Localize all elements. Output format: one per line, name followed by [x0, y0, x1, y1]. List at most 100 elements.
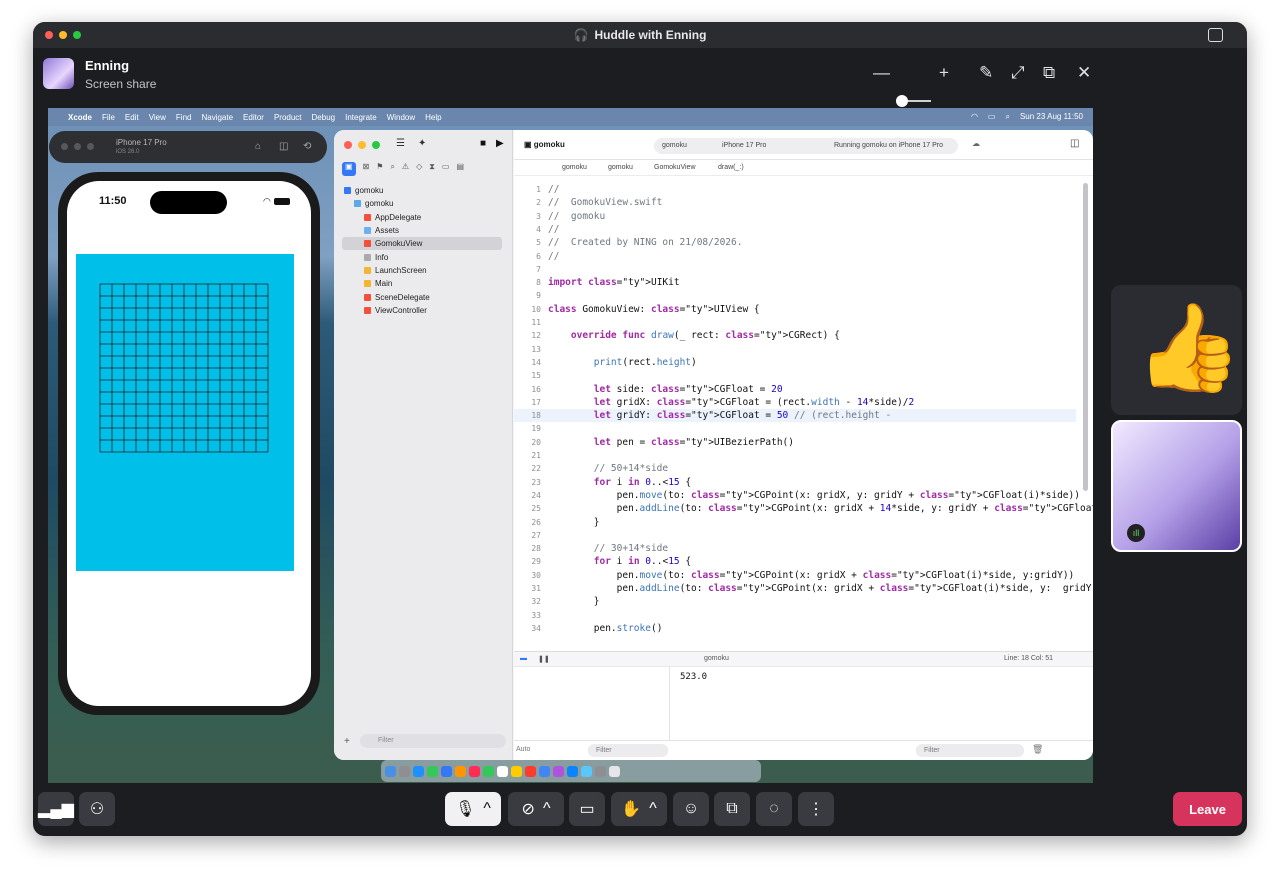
line-number[interactable]: 24 [514, 489, 541, 502]
screenshot-icon[interactable]: ◫ [279, 141, 288, 152]
code-line[interactable]: // gomoku [548, 210, 605, 223]
code-line[interactable]: // 50+14*side [548, 462, 668, 475]
tree-item-project[interactable]: gomoku [342, 184, 502, 197]
line-number[interactable]: 18 [514, 409, 541, 422]
tree-item-folder[interactable]: gomoku [342, 197, 502, 210]
code-line[interactable]: pen.addLine(to: class="ty">CGPoint(x: gr… [548, 502, 1093, 515]
share-screen-button[interactable]: ▭ [569, 792, 605, 826]
line-number[interactable]: 13 [514, 343, 541, 356]
trash-icon[interactable]: 🗑 [1032, 744, 1043, 755]
participant-tile-enning[interactable]: ıll [1111, 420, 1242, 552]
code-line[interactable]: // [548, 223, 559, 236]
line-number[interactable]: 30 [514, 569, 541, 582]
bookmark-icon[interactable]: ⚑ [376, 162, 383, 176]
jump-project[interactable]: gomoku [562, 164, 587, 171]
line-number[interactable]: 25 [514, 502, 541, 515]
invite-button[interactable]: ⚇ [79, 792, 115, 826]
menu-integrate[interactable]: Integrate [345, 113, 377, 122]
folder-icon[interactable]: ▣ [342, 162, 356, 176]
minimize-window-button[interactable] [59, 31, 67, 39]
leave-button[interactable]: Leave [1173, 792, 1242, 826]
code-line[interactable]: } [548, 595, 600, 608]
close-share-button[interactable]: ✕ [1077, 64, 1091, 82]
trash-dock-icon[interactable] [609, 765, 620, 777]
popout-share-icon[interactable]: ⧉ [1043, 64, 1055, 82]
launchpad-icon[interactable] [399, 765, 410, 777]
tree-item-info[interactable]: Info [342, 250, 502, 263]
menu-editor[interactable]: Editor [243, 113, 264, 122]
line-number[interactable]: 20 [514, 436, 541, 449]
breakpoint-icon[interactable]: ▭ [442, 162, 450, 176]
hide-debug-icon[interactable]: ▬ [520, 655, 527, 662]
code-line[interactable]: pen.stroke() [548, 622, 663, 635]
video-button[interactable]: ⊘ ^ [508, 792, 564, 826]
close-window-button[interactable] [45, 31, 53, 39]
tree-item-gomokuview[interactable]: GomokuView [342, 237, 502, 251]
zoom-slider-knob[interactable] [896, 95, 908, 107]
line-number[interactable]: 10 [514, 303, 541, 316]
inspector-toggle-icon[interactable]: ◫ [1070, 138, 1079, 149]
chevron-up-icon[interactable]: ^ [483, 800, 491, 818]
chat-button[interactable]: ◌ [756, 792, 792, 826]
line-number[interactable]: 23 [514, 476, 541, 489]
sidebar-toggle-icon[interactable]: ☰ [396, 138, 405, 149]
issue-icon[interactable]: ⚠ [402, 162, 409, 176]
gomoku-board[interactable] [76, 254, 294, 571]
line-number[interactable]: 11 [514, 316, 541, 329]
code-line[interactable]: pen.move(to: class="ty">CGPoint(x: gridX… [548, 489, 1080, 502]
safari-icon[interactable] [413, 765, 424, 777]
menubar-datetime[interactable]: Sun 23 Aug 11:50 [1020, 112, 1083, 122]
menu-navigate[interactable]: Navigate [201, 113, 233, 122]
source-control-icon[interactable]: ⊠ [363, 162, 370, 176]
reactions-button[interactable]: ☺ [673, 792, 709, 826]
home-icon[interactable]: ⌂ [255, 141, 261, 152]
photos-icon[interactable] [469, 765, 480, 777]
line-number[interactable]: 2 [514, 196, 541, 209]
spotlight-icon[interactable]: ⌕ [1005, 112, 1009, 122]
calendar-icon[interactable] [497, 765, 508, 777]
tree-item-appdelegate[interactable]: AppDelegate [342, 211, 502, 224]
facetime-icon[interactable] [483, 765, 494, 777]
line-number[interactable]: 31 [514, 582, 541, 595]
new-item-icon[interactable]: ✦ [418, 138, 426, 149]
line-number[interactable]: 16 [514, 383, 541, 396]
code-line[interactable]: for i in 0..<15 { [548, 555, 691, 568]
find-icon[interactable]: ⌕ [390, 162, 394, 176]
code-line[interactable]: pen.move(to: class="ty">CGPoint(x: gridX… [548, 569, 1075, 582]
menu-find[interactable]: Find [176, 113, 192, 122]
line-number[interactable]: 14 [514, 356, 541, 369]
jump-file[interactable]: GomokuView [654, 164, 696, 171]
line-number[interactable]: 1 [514, 183, 541, 196]
code-line[interactable]: for i in 0..<15 { [548, 476, 691, 489]
test-icon[interactable]: ◇ [416, 162, 422, 176]
jump-symbol[interactable]: draw(_:) [718, 164, 744, 171]
tree-item-viewcontroller[interactable]: ViewController [342, 304, 502, 317]
tab-gomoku[interactable]: ▣ gomoku [524, 140, 565, 149]
finder-icon[interactable] [385, 765, 396, 777]
debug-icon[interactable]: ⧗ [429, 162, 435, 176]
xcode-dock-icon[interactable] [581, 765, 592, 777]
code-line[interactable]: // GomokuView.swift [548, 196, 662, 209]
video-chevron-icon[interactable]: ^ [543, 800, 551, 818]
line-number[interactable]: 3 [514, 210, 541, 223]
destination-label[interactable]: iPhone 17 Pro [722, 142, 766, 149]
menu-xcode[interactable]: Xcode [68, 113, 92, 122]
line-number[interactable]: 29 [514, 555, 541, 568]
menu-help[interactable]: Help [425, 113, 441, 122]
add-file-button[interactable]: + [344, 736, 350, 747]
zoom-in-button[interactable]: + [939, 64, 949, 82]
line-number[interactable]: 28 [514, 542, 541, 555]
code-line[interactable]: class GomokuView: class="ty">UIView { [548, 303, 760, 316]
code-line[interactable]: override func draw(_ rect: class="ty">CG… [548, 329, 840, 342]
wifi-icon[interactable]: ◠ [971, 112, 978, 122]
line-number[interactable]: 34 [514, 622, 541, 635]
line-number[interactable]: 7 [514, 263, 541, 276]
line-number[interactable]: 17 [514, 396, 541, 409]
raise-hand-button[interactable]: ✋ ^ [611, 792, 667, 826]
line-number[interactable]: 21 [514, 449, 541, 462]
line-number[interactable]: 26 [514, 516, 541, 529]
line-number[interactable]: 27 [514, 529, 541, 542]
code-line[interactable]: // 30+14*side [548, 542, 668, 555]
code-line[interactable]: let gridY: class="ty">CGFloat = 50 // (r… [548, 409, 897, 422]
editor-scrollbar[interactable] [1083, 183, 1088, 491]
